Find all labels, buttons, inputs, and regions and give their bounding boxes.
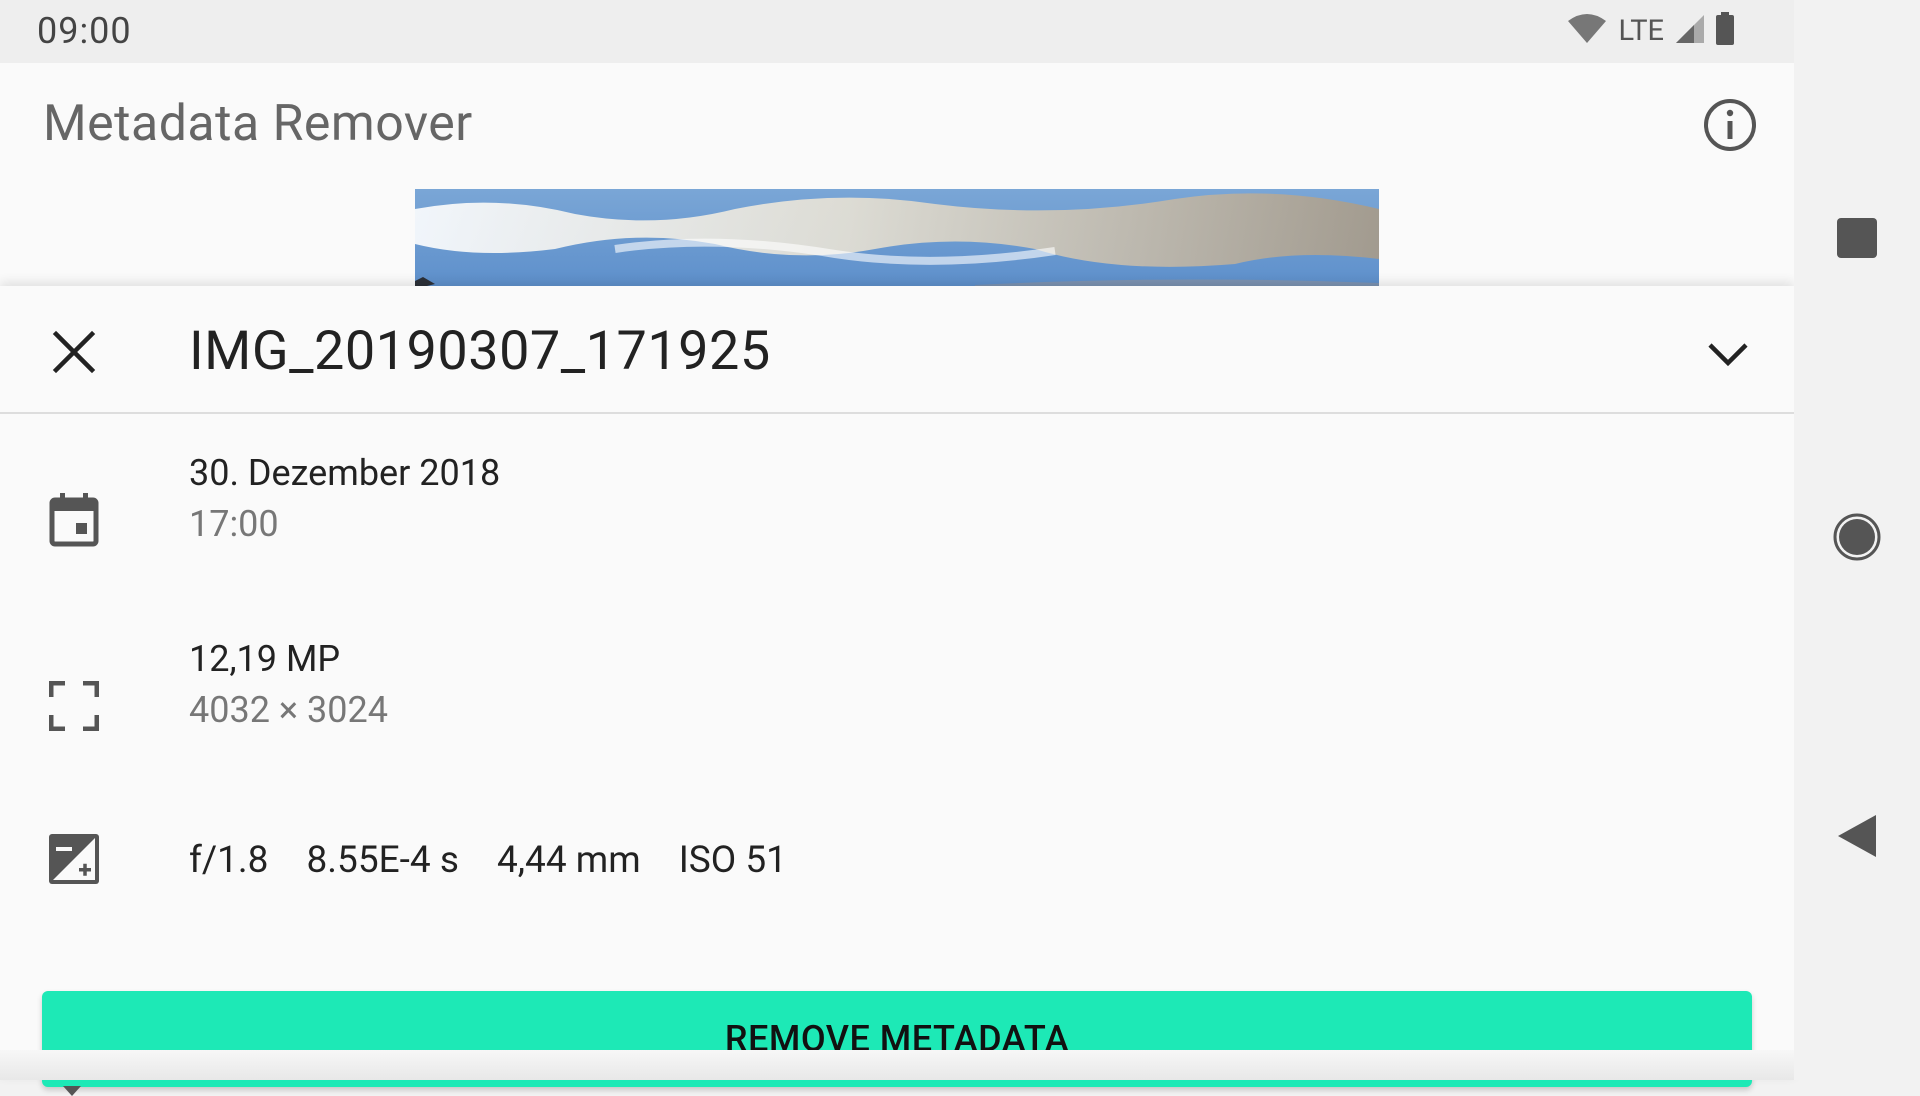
- status-icons: LTE: [1566, 12, 1736, 50]
- info-icon: [1702, 97, 1758, 157]
- home-button[interactable]: [1827, 509, 1887, 569]
- scroll-indicator-icon: [63, 1086, 81, 1096]
- close-button[interactable]: [44, 324, 104, 384]
- app-window: Metadata Remover IMG_20190307_171925 30.…: [0, 63, 1794, 1096]
- exposure-values: f/1.8 8.55E-4 s 4,44 mm ISO 51: [189, 839, 787, 882]
- app-title: Metadata Remover: [43, 95, 473, 153]
- back-button[interactable]: [1827, 808, 1887, 868]
- square-icon: [1836, 217, 1878, 263]
- close-icon: [52, 330, 96, 378]
- shutter-speed-text: 8.55E-4 s: [306, 839, 459, 882]
- battery-icon: [1714, 12, 1736, 50]
- date-text: 30. Dezember 2018: [189, 452, 501, 494]
- toolbar: Metadata Remover: [0, 63, 1794, 188]
- recents-button[interactable]: [1827, 210, 1887, 270]
- signal-icon: [1674, 13, 1706, 49]
- bottom-edge: [0, 1050, 1794, 1080]
- exposure-icon: [44, 829, 104, 889]
- status-time: 09:00: [37, 10, 132, 52]
- megapixels-text: 12,19 MP: [189, 638, 341, 680]
- iso-text: ISO 51: [678, 839, 787, 882]
- image-preview: [415, 189, 1379, 289]
- circle-icon: [1832, 512, 1882, 566]
- wifi-icon: [1566, 13, 1608, 49]
- file-name: IMG_20190307_171925: [189, 320, 771, 383]
- dimensions-text: 4032 × 3024: [189, 689, 388, 731]
- network-type-label: LTE: [1618, 14, 1664, 48]
- sheet-header: IMG_20190307_171925: [0, 286, 1794, 414]
- focal-length-text: 4,44 mm: [496, 839, 641, 882]
- bottom-sheet: IMG_20190307_171925 30. Dezember 2018 17…: [0, 286, 1794, 1096]
- collapse-sheet-button[interactable]: [1698, 326, 1758, 386]
- time-text: 17:00: [189, 503, 279, 545]
- aperture-text: f/1.8: [189, 839, 269, 882]
- calendar-icon: [44, 490, 104, 550]
- back-triangle-icon: [1836, 813, 1878, 863]
- navigation-bar: [1794, 0, 1920, 1080]
- chevron-down-icon: [1706, 339, 1750, 373]
- status-bar: 09:00 LTE: [0, 0, 1794, 63]
- crop-free-icon: [44, 676, 104, 736]
- info-button[interactable]: [1702, 99, 1758, 155]
